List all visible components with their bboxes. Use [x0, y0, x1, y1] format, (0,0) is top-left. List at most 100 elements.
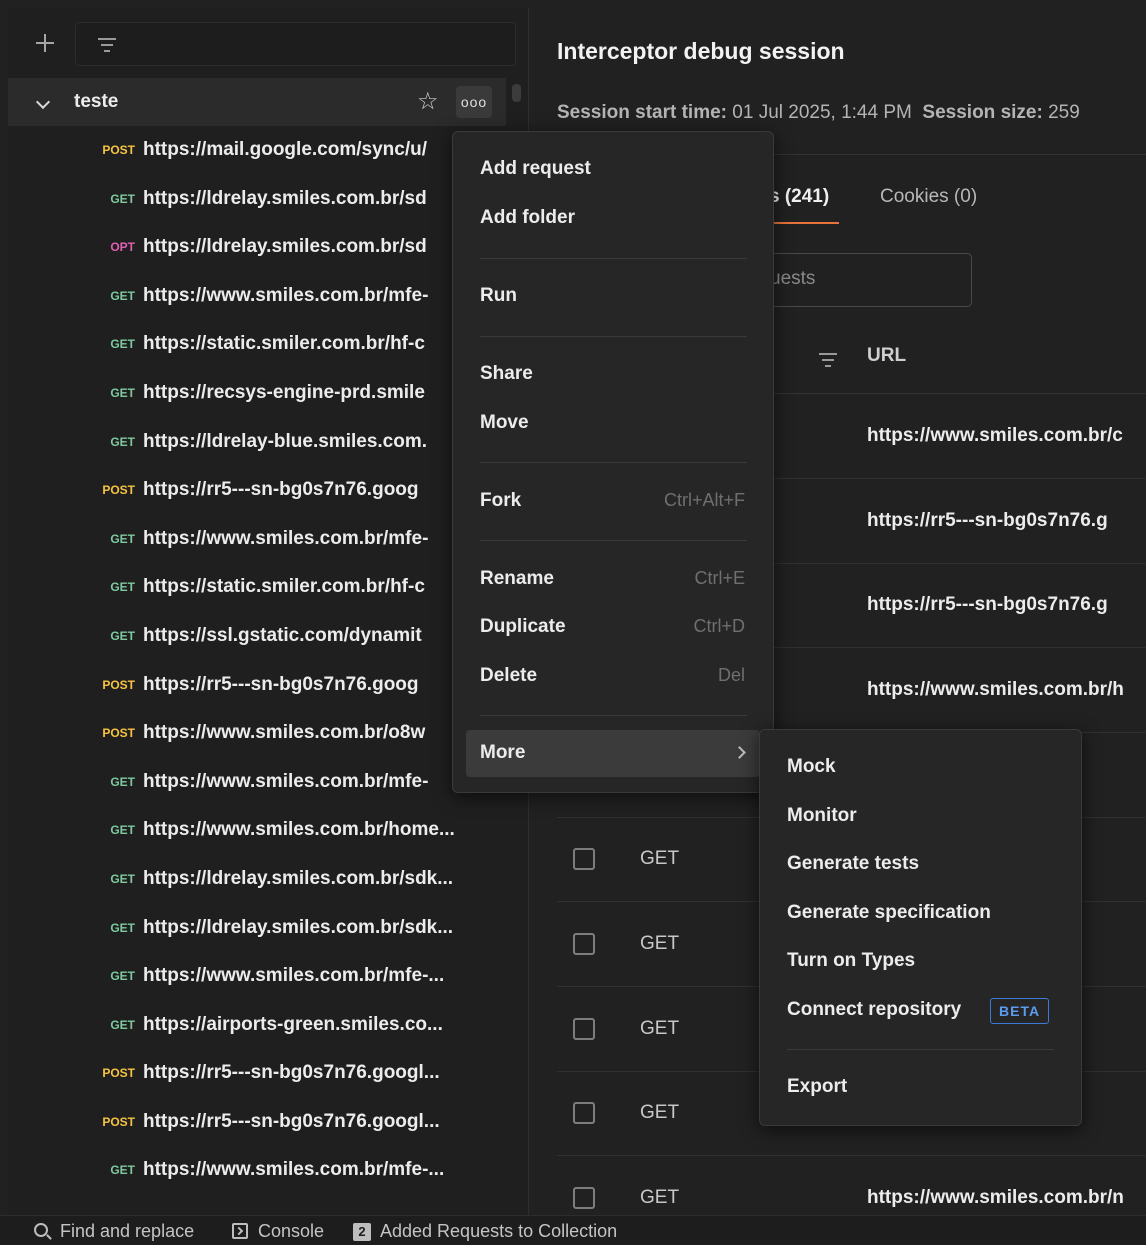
list-item[interactable]: GET https://www.smiles.com.br/mfe-... [8, 1147, 528, 1196]
more-options-button[interactable]: ooo [456, 86, 492, 118]
row-checkbox[interactable] [573, 1187, 595, 1209]
menu-add-folder[interactable]: Add folder [480, 207, 575, 229]
find-and-replace-button[interactable]: Find and replace [60, 1221, 194, 1242]
request-url: https://ldrelay.smiles.com.br/sd [143, 236, 427, 258]
request-url: https://www.smiles.com.br/home... [143, 819, 455, 841]
session-start-label: Session start time: [557, 102, 727, 123]
row-checkbox[interactable] [573, 933, 595, 955]
list-item[interactable]: POST https://rr5---sn-bg0s7n76.goog [8, 467, 528, 516]
list-item[interactable]: GET https://ldrelay.smiles.com.br/sd [8, 176, 528, 225]
star-icon[interactable]: ☆ [417, 87, 439, 115]
row-method: GET [640, 1102, 680, 1123]
menu-generate-specification[interactable]: Generate specification [787, 902, 991, 924]
row-url: https://www.smiles.com.br/n [867, 1187, 1124, 1208]
list-item[interactable]: GET https://airports-green.smiles.co... [8, 1002, 528, 1051]
menu-more[interactable]: More [466, 730, 760, 777]
fork-shortcut: Ctrl+Alt+F [663, 490, 745, 510]
list-item[interactable]: POST https://rr5---sn-bg0s7n76.googl... [8, 1099, 528, 1148]
menu-fork[interactable]: Fork [480, 490, 521, 512]
list-item[interactable]: GET https://ldrelay.smiles.com.br/sdk... [8, 856, 528, 905]
search-requests-input[interactable] [770, 268, 950, 290]
request-url: https://static.smiler.com.br/hf-c [143, 333, 425, 355]
list-item[interactable]: POST https://rr5---sn-bg0s7n76.googl... [8, 1050, 528, 1099]
request-method: GET [110, 580, 135, 595]
menu-move[interactable]: Move [480, 412, 529, 434]
list-item[interactable]: GET https://www.smiles.com.br/mfe- [8, 516, 528, 565]
request-url: https://ldrelay-blue.smiles.com. [143, 430, 428, 452]
row-url: https://rr5---sn-bg0s7n76.g [867, 510, 1108, 531]
request-method: GET [110, 871, 135, 886]
chevron-down-icon[interactable] [35, 94, 51, 110]
menu-generate-tests[interactable]: Generate tests [787, 853, 919, 875]
menu-delete[interactable]: Delete [480, 665, 537, 687]
list-item[interactable]: GET https://www.smiles.com.br/mfe-... [8, 953, 528, 1002]
session-meta: Session start time: 01 Jul 2025, 1:44 PM… [557, 102, 1080, 124]
row-checkbox[interactable] [573, 1018, 595, 1040]
row-checkbox[interactable] [573, 848, 595, 870]
menu-share[interactable]: Share [480, 363, 533, 385]
request-method: POST [102, 726, 135, 741]
active-tab-indicator [769, 222, 839, 224]
list-item[interactable]: GET https://recsys-engine-prd.smile [8, 370, 528, 419]
scrollbar-thumb[interactable] [512, 84, 521, 102]
list-item[interactable]: GET https://ldrelay.smiles.com.br/sdk... [8, 905, 528, 954]
menu-export[interactable]: Export [787, 1076, 847, 1098]
menu-divider [480, 540, 747, 541]
list-item[interactable]: POST https://rr5---sn-bg0s7n76.goog [8, 662, 528, 711]
menu-rename[interactable]: Rename [480, 568, 554, 590]
count-badge: 2 [353, 1223, 371, 1241]
request-url: https://rr5---sn-bg0s7n76.googl... [143, 1110, 440, 1132]
list-item[interactable]: OPT https://ldrelay.smiles.com.br/sd [8, 224, 528, 273]
add-icon[interactable] [34, 32, 56, 54]
request-method: GET [110, 434, 135, 449]
filter-icon [98, 38, 116, 52]
tab-requests[interactable]: s (241) [769, 186, 829, 208]
filter-icon[interactable] [819, 353, 837, 367]
list-item[interactable]: POST https://www.smiles.com.br/o8w [8, 710, 528, 759]
page-title: Interceptor debug session [557, 38, 845, 64]
session-size-label: Session size: [922, 102, 1043, 123]
request-method: POST [102, 1066, 135, 1081]
console-icon[interactable] [232, 1223, 248, 1239]
context-menu: Add request Add folder Run Share Move Fo… [452, 131, 774, 793]
row-url: https://rr5---sn-bg0s7n76.g [867, 594, 1108, 615]
row-checkbox[interactable] [573, 1102, 595, 1124]
list-item[interactable]: GET https://ldrelay-blue.smiles.com. [8, 419, 528, 468]
status-bar: Find and replace Console 2 Added Request… [0, 1215, 1146, 1245]
url-column-header[interactable]: URL [867, 345, 906, 367]
request-method: GET [110, 531, 135, 546]
request-method: GET [110, 823, 135, 838]
list-item[interactable]: GET https://static.smiler.com.br/hf-c [8, 564, 528, 613]
menu-turn-on-types[interactable]: Turn on Types [787, 950, 915, 972]
menu-monitor[interactable]: Monitor [787, 805, 857, 827]
menu-divider [480, 258, 747, 259]
table-row[interactable]: GET https://www.smiles.com.br/n [557, 1156, 1146, 1215]
console-button[interactable]: Console [258, 1221, 324, 1242]
list-item[interactable]: GET https://static.smiler.com.br/hf-c [8, 321, 528, 370]
row-method: GET [640, 1018, 680, 1039]
menu-run[interactable]: Run [480, 285, 517, 307]
menu-connect-repository[interactable]: Connect repository [787, 999, 961, 1021]
list-item[interactable]: GET https://www.smiles.com.br/mfe- [8, 759, 528, 808]
tab-cookies[interactable]: Cookies (0) [880, 186, 977, 208]
list-item[interactable]: GET https://ssl.gstatic.com/dynamit [8, 613, 528, 662]
row-method: GET [640, 1187, 680, 1208]
menu-duplicate[interactable]: Duplicate [480, 616, 566, 638]
request-method: GET [110, 774, 135, 789]
request-url: https://www.smiles.com.br/mfe- [143, 284, 429, 306]
added-requests-status[interactable]: Added Requests to Collection [380, 1221, 617, 1242]
request-list: POST https://mail.google.com/sync/u/GET ht… [8, 127, 528, 1196]
delete-shortcut: Del [717, 665, 745, 685]
menu-mock[interactable]: Mock [787, 756, 836, 778]
row-url: https://www.smiles.com.br/c [867, 425, 1123, 446]
list-item[interactable]: GET https://www.smiles.com.br/home... [8, 807, 528, 856]
filter-input[interactable] [75, 22, 516, 66]
request-url: https://ldrelay.smiles.com.br/sd [143, 187, 427, 209]
list-item[interactable]: POST https://mail.google.com/sync/u/ [8, 127, 528, 176]
search-icon[interactable] [34, 1223, 48, 1237]
menu-add-request[interactable]: Add request [480, 158, 591, 180]
list-item[interactable]: GET https://www.smiles.com.br/mfe- [8, 273, 528, 322]
beta-badge: BETA [990, 998, 1050, 1024]
request-method: GET [110, 1163, 135, 1178]
collection-row[interactable]: teste ☆ ooo [8, 78, 506, 126]
